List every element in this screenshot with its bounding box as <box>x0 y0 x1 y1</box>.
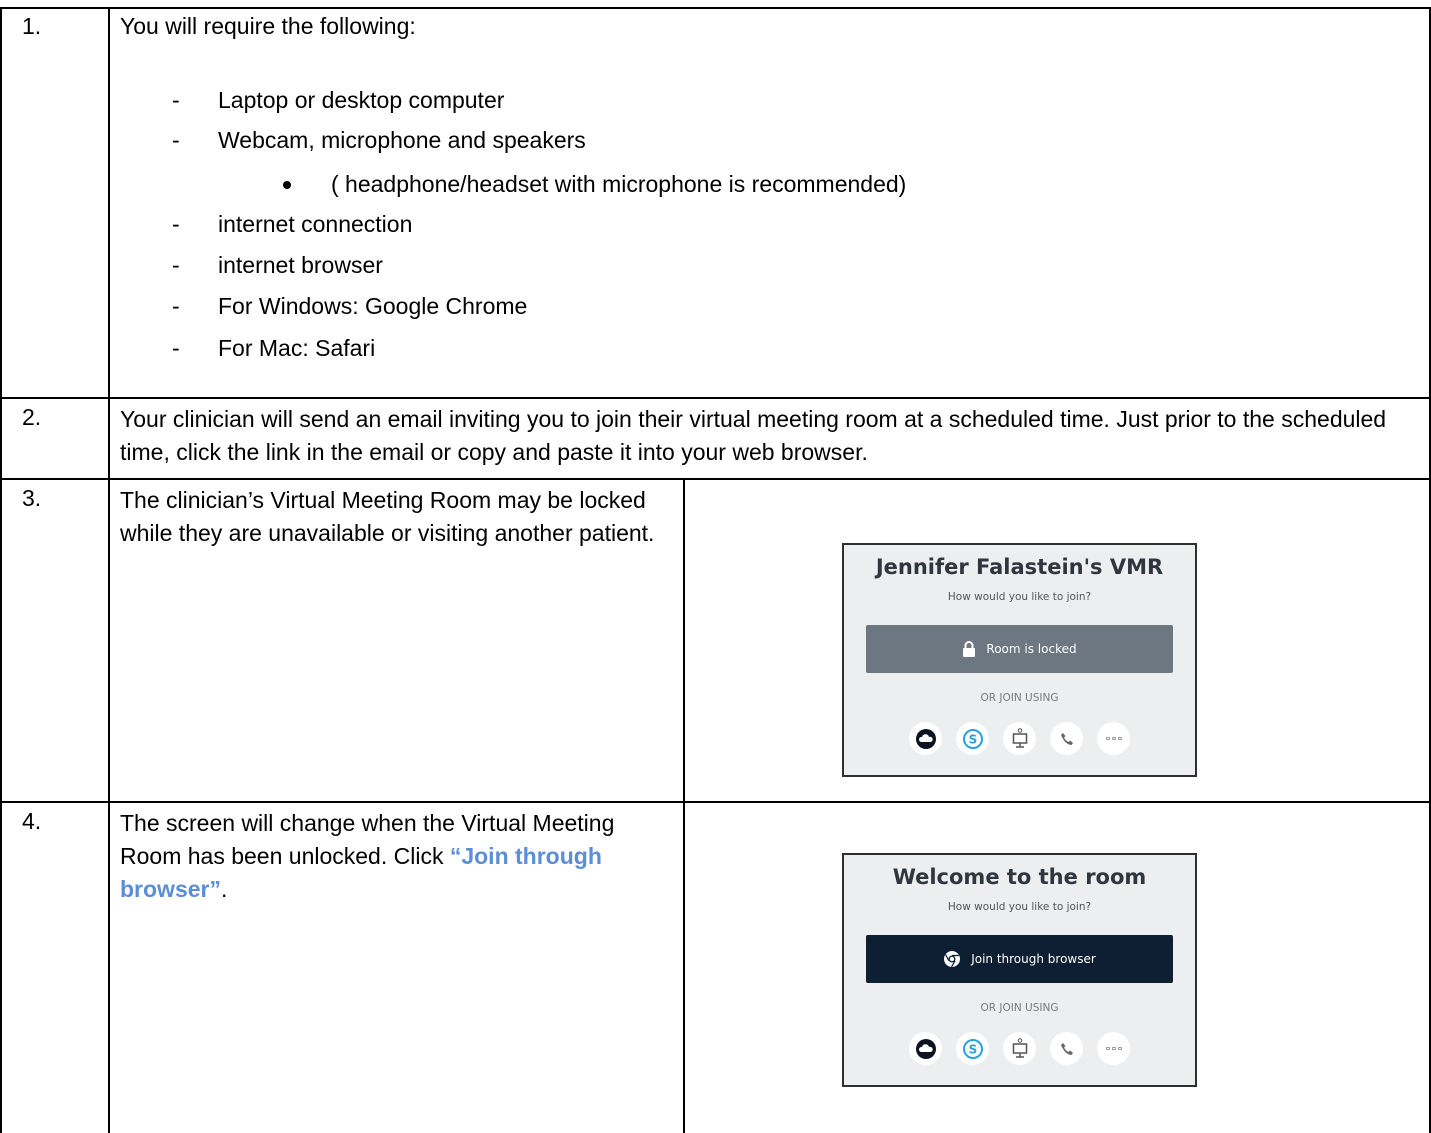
list-item: Laptop or desktop computer <box>218 87 505 113</box>
number-column-divider <box>108 7 110 1133</box>
list-item: For Windows: Google Chrome <box>218 293 528 319</box>
panel-title: Welcome to the room <box>892 865 1147 889</box>
row-divider-3 <box>0 801 1431 803</box>
panel-subtitle: How would you like to join? <box>947 591 1092 603</box>
join-through-browser-button[interactable]: Join through browser <box>866 935 1173 983</box>
join-options: S <box>844 722 1195 755</box>
panel-title: Jennifer Falastein's VMR <box>875 555 1164 579</box>
skype-icon[interactable]: S <box>956 722 989 755</box>
more-icon[interactable] <box>1097 1032 1130 1065</box>
list-sub-item: ( headphone/headset with microphone is r… <box>331 171 907 197</box>
desktop-icon[interactable] <box>1003 722 1036 755</box>
list-item: For Mac: Safari <box>218 335 376 361</box>
join-through-browser-label: Join through browser <box>971 952 1096 966</box>
row-number: 2. <box>22 404 42 430</box>
panel-subtitle: How would you like to join? <box>947 901 1092 913</box>
cloud-icon[interactable] <box>909 722 942 755</box>
list-dash: - <box>172 335 180 361</box>
row-text: The clinician’s Virtual Meeting Room may… <box>120 487 655 546</box>
room-locked-label: Room is locked <box>986 642 1077 656</box>
instructions-table: 1. You will require the following: - Lap… <box>0 0 1431 1133</box>
join-options: S <box>844 1032 1195 1065</box>
list-dash: - <box>172 87 180 113</box>
room-locked-button[interactable]: Room is locked <box>866 625 1173 673</box>
list-item: internet connection <box>218 211 413 237</box>
skype-icon[interactable]: S <box>956 1032 989 1065</box>
list-dash: - <box>172 293 180 319</box>
svg-text:S: S <box>968 732 977 746</box>
table-border-top <box>0 7 1431 9</box>
vmr-welcome-panel: Welcome to the room How would you like t… <box>842 853 1197 1087</box>
or-join-using-label: OR JOIN USING <box>980 1002 1059 1014</box>
row-text-part: . <box>220 876 228 902</box>
vmr-locked-panel: Jennifer Falastein's VMR How would you l… <box>842 543 1197 777</box>
table-border-left <box>0 7 2 1133</box>
bullet-point <box>283 181 291 189</box>
chrome-icon <box>944 951 961 968</box>
lock-icon <box>963 640 976 657</box>
phone-icon[interactable] <box>1050 722 1083 755</box>
list-dash: - <box>172 211 180 237</box>
desktop-icon[interactable] <box>1003 1032 1036 1065</box>
more-icon[interactable] <box>1097 722 1130 755</box>
row-number: 4. <box>22 808 42 834</box>
svg-text:S: S <box>968 1042 977 1056</box>
phone-icon[interactable] <box>1050 1032 1083 1065</box>
row-number: 3. <box>22 485 42 511</box>
cloud-icon[interactable] <box>909 1032 942 1065</box>
row-divider-2 <box>0 478 1431 480</box>
list-item: internet browser <box>218 252 383 278</box>
row-text: The screen will change when the Virtual … <box>120 807 670 906</box>
row-number: 1. <box>22 13 42 39</box>
or-join-using-label: OR JOIN USING <box>980 692 1059 704</box>
list-item: Webcam, microphone and speakers <box>218 127 586 153</box>
row-text: Your clinician will send an email inviti… <box>120 406 1387 465</box>
row-intro-text: You will require the following: <box>120 13 416 39</box>
row-divider-1 <box>0 397 1431 399</box>
list-dash: - <box>172 127 180 153</box>
list-dash: - <box>172 252 180 278</box>
image-column-divider <box>683 478 685 1133</box>
